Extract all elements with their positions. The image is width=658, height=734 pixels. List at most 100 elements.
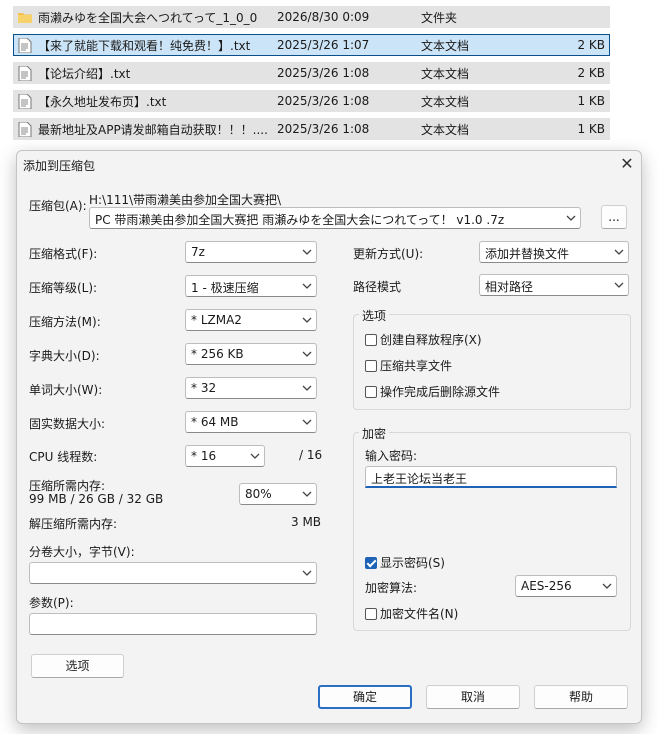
file-row[interactable]: 【永久地址发布页】.txt 2025/3/26 1:08 文本文档 1 KB (13, 90, 610, 112)
decompress-memory-label: 解压缩所需内存: (29, 517, 118, 531)
solid-size-select[interactable]: * 64 MB (185, 411, 317, 433)
file-list: 雨濑みゆを全国大会へつれてって_1_0_0 2026/8/30 0:09 文件夹… (0, 0, 658, 150)
checkbox-box-checked (365, 556, 377, 569)
show-password-checkbox[interactable]: 显示密码(S) (365, 554, 445, 571)
chevron-down-icon (602, 583, 612, 589)
file-name: 雨濑みゆを全国大会へつれてって_1_0_0 (38, 10, 258, 25)
checkbox-label: 压缩共享文件 (380, 359, 453, 373)
file-date: 2025/3/26 1:08 (277, 66, 370, 80)
word-size-label: 单词大小(W): (29, 383, 103, 397)
solid-size-label: 固实数据大小: (29, 417, 106, 431)
cpu-threads-select[interactable]: * 16 (185, 445, 265, 467)
ok-button[interactable]: 确定 (318, 685, 412, 709)
chevron-down-icon (250, 453, 260, 459)
word-size-select[interactable]: * 32 (185, 377, 317, 399)
method-value: * LZMA2 (191, 313, 242, 327)
checkbox-box (365, 607, 377, 620)
folder-icon (18, 13, 32, 23)
file-row-selected[interactable]: 【来了就能下载和观看！纯免费！】.txt 2025/3/26 1:07 文本文档… (13, 34, 610, 56)
archive-name-combo[interactable]: PC 带雨濑美由参加全国大赛把 雨瀬みゆを全国大会につれてって！ v1.0 .7… (89, 207, 581, 229)
file-name: 【永久地址发布页】.txt (38, 94, 167, 109)
memory-value: 80% (245, 487, 272, 501)
file-name: 最新地址及APP请发邮箱自动获取！！！.... (38, 122, 268, 137)
solid-size-value: * 64 MB (191, 415, 239, 429)
file-size: 2 KB (577, 38, 605, 52)
chevron-down-icon (302, 419, 312, 425)
dictionary-select[interactable]: * 256 KB (185, 343, 317, 365)
encrypt-filenames-checkbox[interactable]: 加密文件名(N) (365, 605, 458, 622)
file-date: 2025/3/26 1:08 (277, 122, 370, 136)
chevron-down-icon (302, 491, 312, 497)
file-name: 【来了就能下载和观看！纯免费！】.txt (38, 38, 251, 53)
chevron-down-icon (614, 282, 624, 288)
archive-name-value: PC 带雨濑美由参加全国大赛把 雨瀬みゆを全国大会につれてって！ v1.0 .7… (95, 213, 505, 227)
password-value: 上老王论坛当老王 (371, 472, 468, 486)
path-mode-label: 路径模式 (353, 280, 402, 294)
update-mode-label: 更新方式(U): (353, 247, 424, 261)
path-mode-value: 相对路径 (485, 280, 534, 294)
create-sfx-checkbox[interactable]: 创建自释放程序(X) (365, 331, 482, 348)
close-icon[interactable]: ✕ (618, 155, 636, 173)
cpu-threads-value: * 16 (191, 449, 217, 463)
update-mode-select[interactable]: 添加并替换文件 (479, 241, 629, 263)
file-date: 2026/8/30 0:09 (277, 10, 370, 24)
file-size: 2 KB (577, 66, 605, 80)
help-button[interactable]: 帮助 (534, 685, 628, 709)
browse-button[interactable]: ... (601, 205, 627, 229)
text-file-icon (18, 122, 32, 137)
checkbox-box (365, 333, 377, 346)
file-type: 文本文档 (421, 122, 470, 137)
text-file-icon (18, 66, 32, 81)
encryption-method-select[interactable]: AES-256 (515, 575, 617, 597)
method-label: 压缩方法(M): (29, 315, 101, 329)
text-file-icon (18, 94, 32, 109)
encryption-group-title: 加密 (359, 425, 390, 442)
file-date: 2025/3/26 1:07 (277, 38, 370, 52)
file-type: 文本文档 (421, 66, 470, 81)
file-row[interactable]: 最新地址及APP请发邮箱自动获取！！！.... 2025/3/26 1:08 文… (13, 118, 610, 140)
chevron-down-icon (302, 249, 312, 255)
checkbox-label: 操作完成后删除源文件 (380, 385, 501, 399)
file-size: 1 KB (577, 94, 605, 108)
memory-select[interactable]: 80% (239, 483, 317, 505)
level-select[interactable]: 1 - 极速压缩 (185, 275, 317, 297)
checkbox-box (365, 359, 377, 372)
level-value: 1 - 极速压缩 (191, 281, 259, 295)
path-mode-select[interactable]: 相对路径 (479, 274, 629, 296)
file-type: 文本文档 (421, 94, 470, 109)
format-value: 7z (191, 245, 205, 259)
password-label: 输入密码: (365, 449, 418, 463)
memory-detail: 99 MB / 26 GB / 32 GB (29, 492, 164, 506)
dictionary-label: 字典大小(D): (29, 349, 100, 363)
dialog-title: 添加到压缩包 (23, 159, 96, 173)
archive-label: 压缩包(A): (29, 199, 87, 213)
checkbox-label: 创建自释放程序(X) (380, 333, 482, 347)
checkbox-box (365, 385, 377, 398)
text-file-icon (18, 38, 32, 53)
method-select[interactable]: * LZMA2 (185, 309, 317, 331)
delete-after-checkbox[interactable]: 操作完成后删除源文件 (365, 383, 500, 400)
level-label: 压缩等级(L): (29, 281, 98, 295)
parameters-input[interactable] (29, 613, 317, 635)
format-select[interactable]: 7z (185, 241, 317, 263)
volume-size-combo[interactable] (29, 562, 317, 584)
chevron-down-icon (302, 570, 312, 576)
compress-shared-checkbox[interactable]: 压缩共享文件 (365, 357, 452, 374)
file-name: 【论坛介绍】.txt (38, 66, 131, 81)
checkbox-label: 加密文件名(N) (380, 607, 459, 621)
chevron-down-icon (302, 351, 312, 357)
encryption-method-label: 加密算法: (365, 581, 418, 595)
word-size-value: * 32 (191, 381, 217, 395)
password-input[interactable]: 上老王论坛当老王 (365, 466, 617, 488)
options-button[interactable]: 选项 (31, 654, 124, 678)
format-label: 压缩格式(F): (29, 247, 98, 261)
checkbox-label: 显示密码(S) (380, 556, 445, 570)
update-mode-value: 添加并替换文件 (485, 247, 570, 261)
cancel-button[interactable]: 取消 (426, 685, 520, 709)
cpu-threads-label: CPU 线程数: (29, 450, 98, 464)
file-row[interactable]: 【论坛介绍】.txt 2025/3/26 1:08 文本文档 2 KB (13, 62, 610, 84)
chevron-down-icon (566, 215, 576, 221)
file-row-folder[interactable]: 雨濑みゆを全国大会へつれてって_1_0_0 2026/8/30 0:09 文件夹 (13, 6, 610, 28)
add-to-archive-dialog: 添加到压缩包 ✕ 压缩包(A): H:\111\带雨濑美由参加全国大赛把\ PC… (16, 150, 642, 724)
parameters-label: 参数(P): (29, 596, 74, 610)
